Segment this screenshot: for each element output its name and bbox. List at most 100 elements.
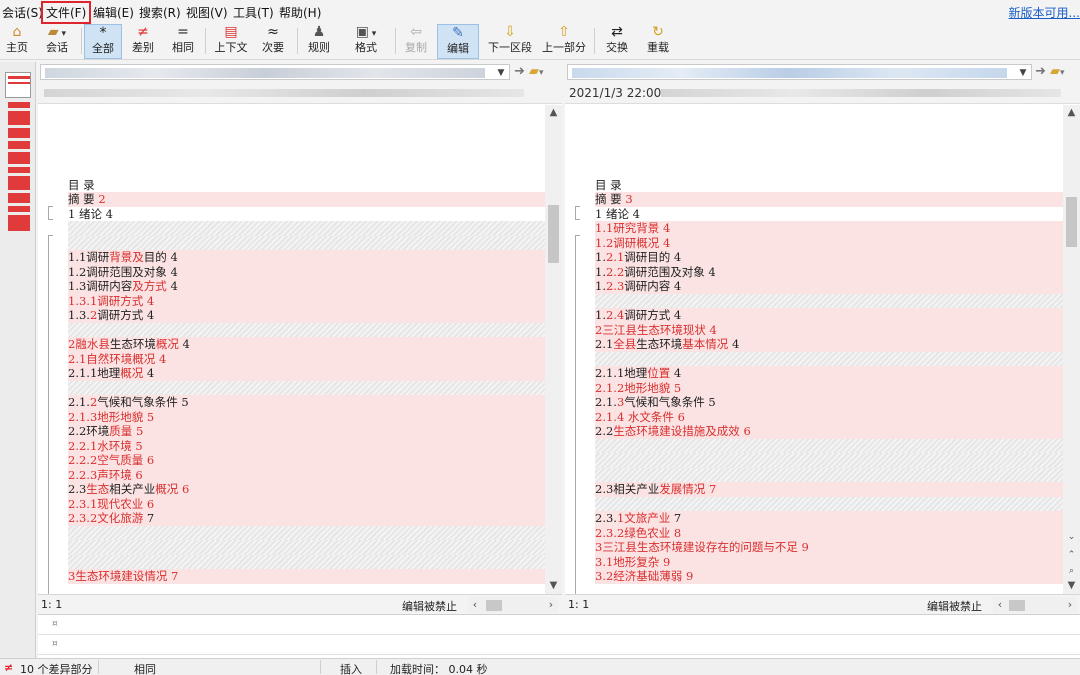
show-diffs-button[interactable]: ≠ 差别 [126,24,160,59]
show-all-button[interactable]: * 全部 [84,24,122,59]
text-line[interactable] [68,119,545,134]
chevron-down-icon[interactable]: ⌄ [1063,529,1080,545]
text-line[interactable]: 2.1.2气候和气象条件 5 [68,395,545,410]
text-line[interactable]: 2.1.3地形地貌 5 [68,409,545,424]
chevron-up-icon[interactable]: ⌃ [1063,547,1080,563]
text-line[interactable] [595,119,1063,134]
minor-button[interactable]: ≈ 次要 [256,24,290,59]
edit-button[interactable]: ✎ 编辑 [437,24,479,59]
text-line[interactable]: 2.1.1地理概况 4 [68,366,545,381]
arrow-right-icon[interactable]: ➜ [1035,64,1046,79]
menu-file[interactable]: 文件(F) [41,1,92,24]
text-line[interactable]: 目 录 [595,177,1063,192]
scroll-thumb[interactable] [548,205,559,263]
text-line[interactable]: 1.1研究背景 4 [595,221,1063,236]
reload-button[interactable]: ↻ 重载 [640,24,676,59]
text-line[interactable] [595,134,1063,149]
text-line[interactable]: 目 录 [68,177,545,192]
swap-button[interactable]: ⇄ 交换 [600,24,634,59]
diff-overview-thumbnail[interactable] [0,62,36,658]
text-line[interactable]: 1.2.2调研范围及对象 4 [595,264,1063,279]
menu-search[interactable]: 搜索(R) [139,4,181,21]
text-line[interactable]: 2.1.1地理位置 4 [595,366,1063,381]
text-line[interactable]: 2.1全县生态环境基本情况 4 [595,337,1063,352]
text-line[interactable] [68,148,545,163]
text-line[interactable]: 1.3.2调研方式 4 [68,308,545,323]
text-line[interactable] [68,105,545,120]
text-line[interactable]: 2.1.4 水文条件 6 [595,409,1063,424]
text-line[interactable]: 1.2调研概况 4 [595,235,1063,250]
left-text-area[interactable]: 目 录摘 要 21 绪论 4 1.1调研背景及目的 4 1.2调研范围及对象 4 1.… [38,105,545,594]
left-file-path-input[interactable]: ▼ [40,64,510,80]
right-text-area[interactable]: 目 录摘 要 31 绪论 4 1.1研究背景 4 1.2调研概况 4 1.2.1调研目… [565,105,1063,594]
text-line[interactable] [595,467,1063,482]
right-vertical-scrollbar[interactable]: ▲ ⌄ ⌃ ⌕ ▼ [1063,105,1080,594]
context-button[interactable]: ▤ 上下文 [210,24,252,59]
text-line[interactable]: 3三江县生态环境建设存在的问题与不足 9 [595,540,1063,555]
text-line[interactable]: 2融水县生态环境概况 4 [68,337,545,352]
text-line[interactable]: 2.3.1现代农业 6 [68,496,545,511]
menu-view[interactable]: 视图(V) [186,4,228,21]
scroll-right-icon[interactable]: › [544,597,558,613]
left-horizontal-scrollbar[interactable]: ‹ › [468,597,558,613]
prev-section-button[interactable]: ⇧ 上一部分 [540,24,588,59]
scroll-thumb[interactable] [1066,197,1077,247]
show-same-button[interactable]: = 相同 [166,24,200,59]
text-line[interactable]: 2.1自然环境概况 4 [68,351,545,366]
text-line[interactable]: 1 绪论 4 [595,206,1063,221]
folder-open-icon[interactable]: ▰ [1050,64,1060,79]
chevron-down-icon[interactable]: ▼ [494,66,508,79]
text-line[interactable]: 2.1.2地形地貌 5 [595,380,1063,395]
text-line[interactable]: 2.2生态环境建设措施及成效 6 [595,424,1063,439]
text-line[interactable] [595,496,1063,511]
text-line[interactable]: 1.2.3调研内容 4 [595,279,1063,294]
scroll-down-icon[interactable]: ▼ [1063,578,1080,594]
text-line[interactable]: 2.3.2文化旅游 7 [68,511,545,526]
text-line[interactable]: 摘 要 2 [68,192,545,207]
text-line[interactable]: 3.2经济基础薄弱 9 [595,569,1063,584]
text-line[interactable]: 1.2.1调研目的 4 [595,250,1063,265]
text-line[interactable]: 1.1调研背景及目的 4 [68,250,545,265]
text-line[interactable] [595,163,1063,178]
scroll-up-icon[interactable]: ▲ [1063,105,1080,121]
text-line[interactable] [595,453,1063,468]
text-line[interactable]: 1.3.1调研方式 4 [68,293,545,308]
text-line[interactable] [68,235,545,250]
text-line[interactable]: 2.2.3声环境 6 [68,467,545,482]
text-line[interactable]: 1.2.4调研方式 4 [595,308,1063,323]
right-file-path-input[interactable]: ▼ [567,64,1032,80]
format-button[interactable]: ▣ ▾ 格式 [342,24,390,59]
menu-tools[interactable]: 工具(T) [233,4,274,21]
text-line[interactable]: 3.1地形复杂 9 [595,554,1063,569]
new-version-link[interactable]: 新版本可用... [1009,4,1080,21]
copy-button[interactable]: ⇦ 复制 [400,24,432,59]
menu-help[interactable]: 帮助(H) [279,4,321,21]
text-line[interactable]: 2.3相关产业发展情况 7 [595,482,1063,497]
text-line[interactable]: 2.3生态相关产业概况 6 [68,482,545,497]
menu-edit[interactable]: 编辑(E) [93,4,134,21]
scroll-thumb[interactable] [486,600,502,611]
home-button[interactable]: ⌂ 主页 [2,24,32,59]
folder-open-icon[interactable]: ▰ [529,64,539,79]
scroll-right-icon[interactable]: › [1063,597,1077,613]
text-line[interactable] [595,351,1063,366]
text-line[interactable] [68,221,545,236]
text-line[interactable] [68,322,545,337]
text-line[interactable]: 1.2调研范围及对象 4 [68,264,545,279]
text-line[interactable]: 2.2.1水环境 5 [68,438,545,453]
text-line[interactable] [595,293,1063,308]
text-line[interactable] [595,438,1063,453]
text-line[interactable]: 1.3调研内容及方式 4 [68,279,545,294]
right-horizontal-scrollbar[interactable]: ‹ › [993,597,1077,613]
next-section-button[interactable]: ⇩ 下一区段 [484,24,536,59]
scroll-left-icon[interactable]: ‹ [993,597,1007,613]
scroll-down-icon[interactable]: ▼ [545,578,562,594]
left-vertical-scrollbar[interactable]: ▲ ▼ [545,105,562,594]
text-line[interactable] [595,105,1063,120]
text-line[interactable]: 2.3.1文旅产业 7 [595,511,1063,526]
text-line[interactable]: 3生态环境建设情况 7 [68,569,545,584]
text-line[interactable] [595,148,1063,163]
chevron-down-icon[interactable]: ▼ [1016,66,1030,79]
text-line[interactable] [68,554,545,569]
search-icon[interactable]: ⌕ [1063,563,1080,579]
